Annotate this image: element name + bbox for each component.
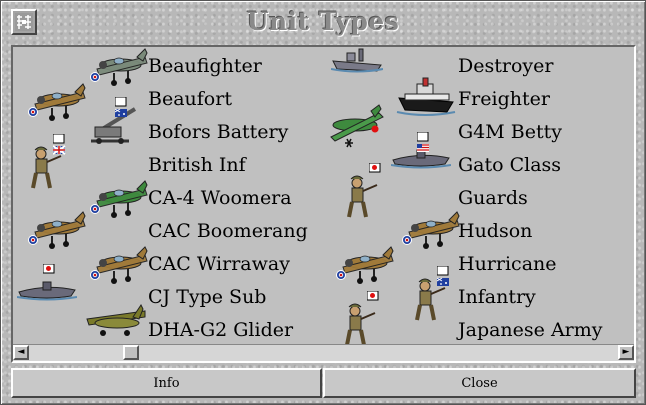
unit-name: Freighter — [458, 88, 550, 110]
arrow-left-icon: ◄ — [17, 347, 25, 357]
unit-item[interactable]: Beaufort — [148, 88, 232, 110]
unit-name: CJ Type Sub — [148, 286, 267, 308]
unit-item[interactable]: Japanese Army — [458, 319, 603, 341]
close-button[interactable]: Close — [323, 368, 636, 398]
unit-item[interactable]: CAC Wirraway — [148, 253, 290, 275]
unit-item[interactable]: Hurricane — [458, 253, 557, 275]
unit-name: CAC Boomerang — [148, 220, 308, 242]
warplane-icon — [335, 241, 397, 293]
title-bar[interactable]: Unit Types — [1, 1, 645, 45]
unit-item[interactable]: Destroyer — [458, 55, 553, 77]
unit-types-window: Unit Types Beaufighter Beaufort Bofors B… — [0, 0, 646, 405]
window-title: Unit Types — [246, 7, 400, 36]
unit-item[interactable]: CA-4 Woomera — [148, 187, 292, 209]
horizontal-scrollbar[interactable]: ◄ ► — [13, 344, 634, 361]
bomber-icon — [325, 103, 387, 157]
info-button[interactable]: Info — [11, 368, 322, 398]
nation-flag-icon — [357, 47, 371, 63]
scroll-left-button[interactable]: ◄ — [13, 345, 29, 360]
unit-item[interactable]: Hudson — [458, 220, 532, 242]
unit-item[interactable]: CAC Boomerang — [148, 220, 308, 242]
unit-name: Beaufighter — [148, 55, 262, 77]
unit-item[interactable]: Gato Class — [458, 154, 561, 176]
warplane-icon — [89, 175, 151, 227]
unit-item[interactable]: Bofors Battery — [148, 121, 288, 143]
unit-name: Hurricane — [458, 253, 557, 275]
unit-item[interactable]: Beaufighter — [148, 55, 262, 77]
nation-flag-icon — [114, 96, 129, 123]
arrow-right-icon: ► — [622, 347, 630, 357]
unit-name: British Inf — [148, 154, 246, 176]
scroll-right-button[interactable]: ► — [618, 345, 634, 360]
warplane-icon — [401, 206, 463, 258]
unit-name: Bofors Battery — [148, 121, 289, 143]
freighter-icon — [395, 76, 457, 122]
nation-flag-icon — [416, 131, 431, 158]
unit-name: G4M Betty — [458, 121, 562, 143]
warplane-icon — [89, 47, 151, 95]
nation-flag-icon — [366, 290, 381, 317]
unit-name: Hudson — [458, 220, 533, 242]
nation-flag-icon — [52, 133, 67, 160]
unit-item[interactable]: British Inf — [148, 154, 246, 176]
unit-name: CAC Wirraway — [148, 253, 290, 275]
nation-flag-icon — [368, 162, 383, 189]
unit-item[interactable]: G4M Betty — [458, 121, 562, 143]
warplane-icon — [27, 78, 89, 130]
unit-list-panel[interactable]: Beaufighter Beaufort Bofors Battery Brit… — [11, 45, 636, 363]
unit-item[interactable]: Infantry — [458, 286, 536, 308]
unit-name: Gato Class — [458, 154, 562, 176]
unit-item[interactable]: CJ Type Sub — [148, 286, 266, 308]
unit-name: Japanese Army — [458, 319, 603, 341]
unit-item[interactable]: Freighter — [458, 88, 550, 110]
nation-flag-icon — [436, 265, 451, 292]
unit-name: Infantry — [458, 286, 536, 308]
unit-name: Destroyer — [458, 55, 554, 77]
unit-name: DHA-G2 Glider — [148, 319, 294, 341]
unit-name: Guards — [458, 187, 528, 209]
unit-item[interactable]: DHA-G2 Glider — [148, 319, 293, 341]
unit-name: CA-4 Woomera — [148, 187, 292, 209]
nation-flag-icon — [42, 263, 57, 290]
unit-name: Beaufort — [148, 88, 232, 110]
unit-item[interactable]: Guards — [458, 187, 528, 209]
warplane-icon — [27, 206, 89, 258]
warplane-icon — [89, 241, 151, 293]
unit-list[interactable]: Beaufighter Beaufort Bofors Battery Brit… — [13, 47, 634, 346]
scroll-thumb[interactable] — [123, 345, 139, 360]
